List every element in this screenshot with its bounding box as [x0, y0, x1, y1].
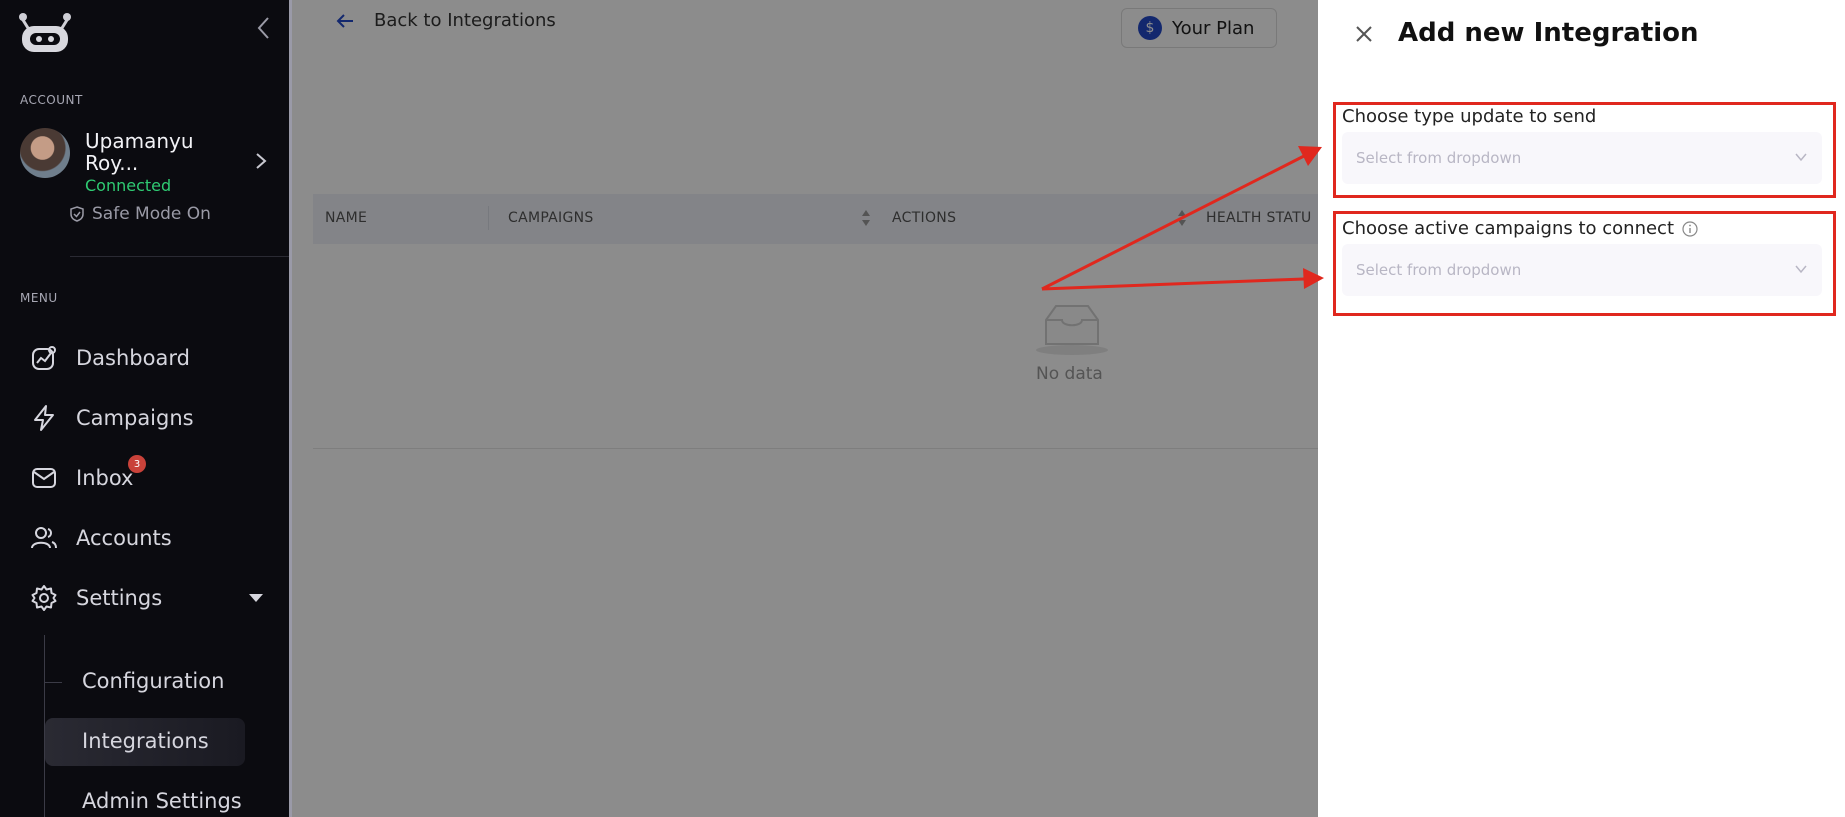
- mail-icon: [32, 468, 56, 488]
- annotation-highlight-box: [1333, 211, 1836, 316]
- robot-logo-icon[interactable]: [18, 12, 72, 54]
- users-icon: [31, 527, 57, 549]
- account-switcher[interactable]: Upamanyu Roy... Connected: [20, 128, 275, 195]
- safe-mode-label: Safe Mode On: [92, 204, 211, 224]
- sidebar-divider: [70, 256, 300, 257]
- sidebar-item-label: Settings: [76, 586, 163, 610]
- dashboard-chart-icon: [32, 346, 56, 370]
- sidebar-item-accounts[interactable]: Accounts: [30, 518, 275, 558]
- account-name: Upamanyu Roy...: [85, 129, 194, 175]
- sidebar-subitem-integrations[interactable]: Integrations: [82, 729, 209, 753]
- gear-icon: [31, 585, 57, 611]
- avatar: [20, 128, 70, 178]
- sidebar-subitem-configuration[interactable]: Configuration: [82, 669, 224, 693]
- caret-down-icon: [249, 594, 263, 602]
- menu-section-label: MENU: [20, 291, 58, 305]
- sidebar-item-settings[interactable]: Settings: [30, 578, 275, 618]
- sidebar-item-label: Campaigns: [76, 406, 194, 430]
- collapse-sidebar-icon[interactable]: [254, 16, 274, 40]
- modal-overlay[interactable]: [292, 0, 1318, 817]
- sidebar-item-inbox[interactable]: Inbox 3: [30, 455, 275, 498]
- shield-check-icon: [70, 206, 84, 222]
- drawer-title: Add new Integration: [1398, 18, 1699, 48]
- account-status: Connected: [85, 176, 172, 195]
- sidebar: ACCOUNT Upamanyu Roy... Connected Safe M…: [0, 0, 300, 817]
- sidebar-item-label: Accounts: [76, 526, 172, 550]
- lightning-icon: [34, 405, 54, 431]
- close-icon[interactable]: [1354, 24, 1374, 44]
- sidebar-item-label: Dashboard: [76, 346, 190, 370]
- submenu-tick: [44, 682, 62, 683]
- sidebar-subitem-admin-settings[interactable]: Admin Settings: [82, 789, 242, 813]
- sidebar-item-dashboard[interactable]: Dashboard: [30, 338, 275, 378]
- chevron-right-icon: [256, 153, 267, 169]
- annotation-highlight-box: [1333, 102, 1836, 198]
- safe-mode-indicator: Safe Mode On: [70, 204, 211, 224]
- sidebar-item-label: Inbox: [76, 466, 134, 490]
- unread-count-badge: 3: [128, 455, 146, 473]
- sidebar-item-campaigns[interactable]: Campaigns: [30, 398, 275, 438]
- account-section-label: ACCOUNT: [20, 93, 83, 107]
